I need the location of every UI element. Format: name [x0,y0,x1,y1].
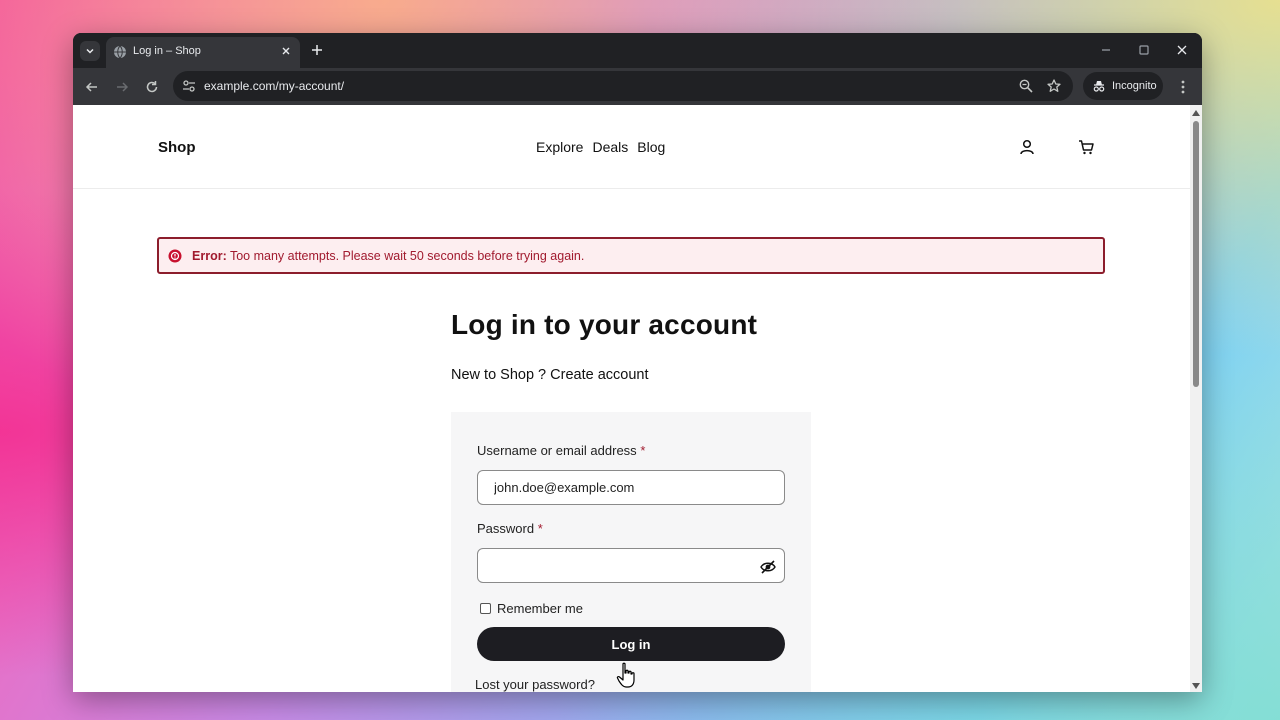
back-icon[interactable] [84,79,100,95]
maximize-icon[interactable] [1137,43,1151,57]
browser-window: Log in – Shop example.com/my-account/ In… [73,33,1202,692]
error-message: Error: Too many attempts. Please wait 50… [192,249,584,263]
minimize-icon[interactable] [1099,43,1113,57]
incognito-label: Incognito [1112,80,1157,92]
nav-explore[interactable]: Explore [536,139,583,155]
error-notice: Error: Too many attempts. Please wait 50… [157,237,1105,274]
site-logo[interactable]: Shop [158,139,196,156]
cart-icon[interactable] [1077,138,1095,156]
nav-deals[interactable]: Deals [592,139,628,155]
tab-strip: Log in – Shop [73,33,1202,68]
url-text: example.com/my-account/ [204,79,345,93]
plus-icon[interactable] [310,43,324,57]
tab-search-button[interactable] [80,41,100,61]
lost-password-link[interactable]: Lost your password? [475,677,595,692]
more-icon[interactable] [1176,79,1190,95]
tab-active[interactable]: Log in – Shop [106,37,300,68]
address-bar[interactable]: example.com/my-account/ [173,71,1073,101]
remember-me[interactable]: Remember me [480,601,583,616]
signup-prefix: New to Shop ? [451,367,551,383]
web-page: Shop Explore Deals Blog Error: Too many … [73,105,1190,692]
chevron-down-icon [86,48,94,54]
page-title: Log in to your account [451,309,758,340]
password-label: Password * [477,521,543,536]
remember-label: Remember me [497,601,583,616]
browser-toolbar: example.com/my-account/ Incognito [73,68,1202,105]
login-form: Username or email address * Password * R… [451,412,811,692]
scroll-up-arrow[interactable] [1192,110,1200,116]
error-icon [168,249,182,263]
globe-icon [114,45,126,59]
password-field[interactable] [477,548,785,583]
close-window-icon[interactable] [1175,43,1189,57]
required-mark: * [640,443,646,458]
error-prefix: Error: [192,249,227,263]
signup-prompt: New to Shop ? Create account [451,367,649,383]
cursor-icon [616,662,635,688]
site-info-icon[interactable] [181,78,197,94]
eye-off-icon[interactable] [759,558,777,576]
nav-blog[interactable]: Blog [637,139,665,155]
site-header: Shop Explore Deals Blog [73,105,1190,189]
page-scrollbar[interactable] [1190,105,1202,692]
remember-checkbox[interactable] [480,603,491,614]
close-icon[interactable] [280,45,292,57]
incognito-indicator[interactable]: Incognito [1083,72,1163,100]
tab-title: Log in – Shop [133,45,201,57]
account-icon[interactable] [1018,138,1036,156]
required-mark: * [537,521,543,536]
login-button[interactable]: Log in [477,627,785,661]
scroll-down-arrow[interactable] [1192,683,1200,689]
incognito-icon [1093,81,1105,92]
main-nav: Explore Deals Blog [536,139,665,155]
scroll-thumb[interactable] [1193,121,1199,387]
create-account-link[interactable]: Create account [550,367,648,383]
forward-icon[interactable] [114,79,130,95]
reload-icon[interactable] [144,79,160,95]
star-icon[interactable] [1046,78,1062,94]
zoom-icon[interactable] [1018,78,1034,94]
error-body: Too many attempts. Please wait 50 second… [226,249,585,263]
username-field[interactable] [477,470,785,505]
username-label: Username or email address * [477,443,646,458]
